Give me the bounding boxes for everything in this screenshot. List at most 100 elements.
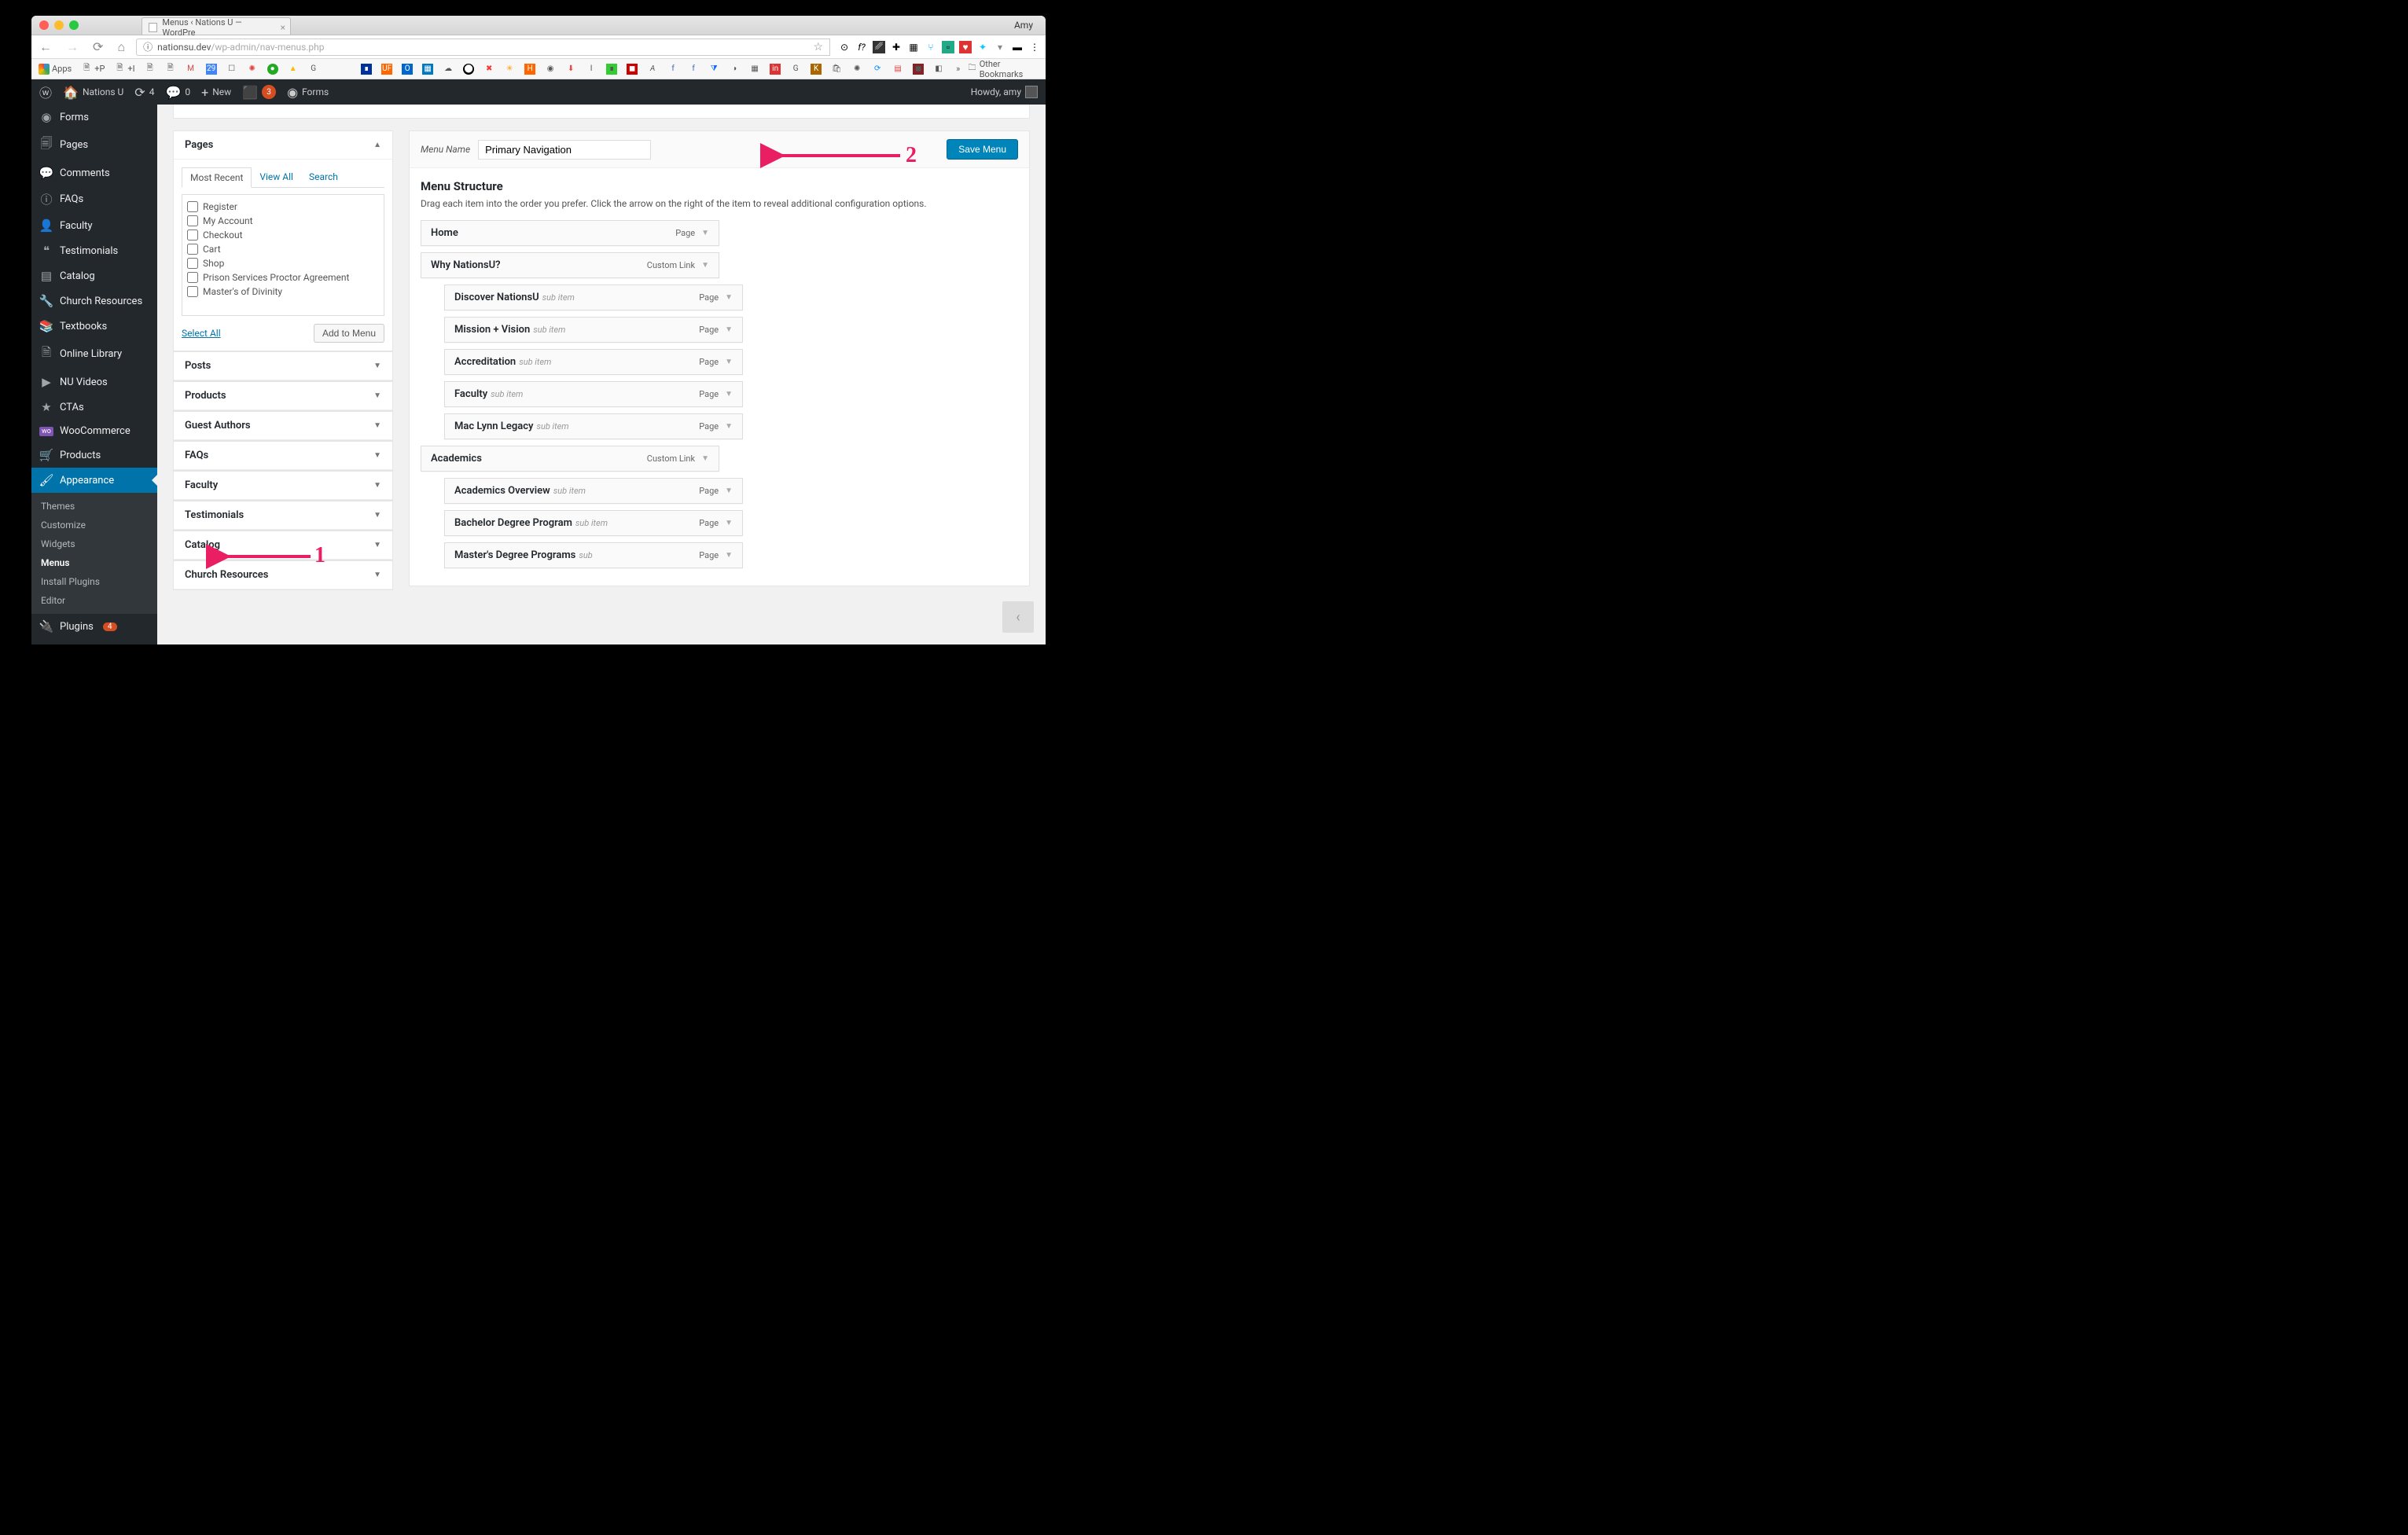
- menu-structure-item[interactable]: Bachelor Degree Programsub itemPage▼: [444, 510, 743, 536]
- sidebar-sub-widgets[interactable]: Widgets: [31, 534, 157, 553]
- bookmark-item[interactable]: ▦: [420, 63, 436, 75]
- checkbox[interactable]: [187, 215, 198, 226]
- comments[interactable]: 💬0: [165, 85, 190, 100]
- ext-icon[interactable]: ␥: [873, 41, 885, 53]
- bookmark-item[interactable]: ◼: [910, 63, 926, 75]
- bookmark-item[interactable]: ⟳: [869, 63, 885, 75]
- bookmark-item[interactable]: ☐: [224, 63, 240, 75]
- bookmark-item[interactable]: ✺: [849, 63, 865, 75]
- bookmark-item[interactable]: 🗎: [163, 63, 178, 75]
- bookmark-item[interactable]: ✳: [502, 63, 517, 75]
- ext-icon[interactable]: ⊙: [838, 41, 851, 53]
- page-checkbox-item[interactable]: Prison Services Proctor Agreement: [187, 270, 379, 285]
- menu-structure-item[interactable]: Master's Degree ProgramssubPage▼: [444, 542, 743, 568]
- accordion-toggle[interactable]: Church Resources▼: [174, 561, 392, 589]
- pages-checkbox-list[interactable]: RegisterMy AccountCheckoutCartShopPrison…: [182, 194, 384, 316]
- sidebar-sub-customize[interactable]: Customize: [31, 516, 157, 534]
- page-checkbox-item[interactable]: Cart: [187, 242, 379, 256]
- bookmark-item[interactable]: ⬤: [461, 63, 476, 75]
- bookmark-item[interactable]: ⬇: [563, 63, 579, 75]
- bookmark-item[interactable]: ∎: [358, 63, 374, 75]
- expand-item-icon[interactable]: ▼: [725, 390, 733, 398]
- bookmark-item[interactable]: A: [645, 63, 660, 75]
- bookmark-star-icon[interactable]: ☆: [813, 41, 823, 53]
- bookmark-item[interactable]: ◧: [931, 63, 947, 75]
- accordion-toggle[interactable]: FAQs▼: [174, 442, 392, 470]
- bookmark-item[interactable]: G: [788, 63, 803, 75]
- scroll-top-button[interactable]: ‹: [1002, 601, 1034, 633]
- other-bookmarks[interactable]: 🗀Other Bookmarks: [965, 58, 1041, 80]
- menu-name-input[interactable]: [478, 140, 651, 160]
- home-button[interactable]: ⌂: [114, 39, 128, 55]
- sidebar-item-church[interactable]: 🔧Church Resources: [31, 288, 157, 314]
- menu-icon[interactable]: ⋮: [1028, 41, 1041, 53]
- bookmark-item[interactable]: ✺: [244, 63, 260, 75]
- checkbox[interactable]: [187, 286, 198, 297]
- bookmark-item[interactable]: ◑: [726, 63, 742, 75]
- sidebar-item-library[interactable]: 🗎Online Library: [31, 339, 157, 369]
- accordion-toggle[interactable]: Catalog▼: [174, 531, 392, 560]
- sidebar-item-videos[interactable]: ▶NU Videos: [31, 369, 157, 395]
- menu-structure-item[interactable]: Mission + Visionsub itemPage▼: [444, 317, 743, 343]
- forward-button[interactable]: →: [63, 39, 82, 55]
- sidebar-item-products[interactable]: 🛒Products: [31, 443, 157, 468]
- ext-icon[interactable]: ▦: [907, 41, 920, 53]
- sidebar-sub-themes[interactable]: Themes: [31, 497, 157, 516]
- expand-item-icon[interactable]: ▼: [701, 261, 709, 270]
- bookmark-item[interactable]: f: [665, 63, 681, 75]
- save-menu-button[interactable]: Save Menu: [947, 139, 1018, 160]
- accordion-toggle[interactable]: Faculty▼: [174, 472, 392, 500]
- wp-logo[interactable]: ⓦ: [39, 83, 52, 101]
- bookmark-item[interactable]: 🗎: [142, 63, 158, 75]
- expand-item-icon[interactable]: ▼: [701, 454, 709, 463]
- menu-structure-item[interactable]: HomePage▼: [421, 220, 719, 246]
- sidebar-item-comments[interactable]: 💬Comments: [31, 160, 157, 185]
- sidebar-item-ctas[interactable]: ★CTAs: [31, 395, 157, 420]
- bookmark-item[interactable]: ⧩: [706, 63, 722, 75]
- accordion-toggle[interactable]: Posts▼: [174, 352, 392, 380]
- minimize-window-button[interactable]: [54, 20, 64, 30]
- menu-structure-item[interactable]: Academics Overviewsub itemPage▼: [444, 478, 743, 504]
- bookmark-item[interactable]: ◉: [542, 63, 558, 75]
- sidebar-item-catalog[interactable]: ▤Catalog: [31, 263, 157, 288]
- checkbox[interactable]: [187, 244, 198, 255]
- expand-item-icon[interactable]: ▼: [725, 422, 733, 431]
- maximize-window-button[interactable]: [69, 20, 79, 30]
- tab-most-recent[interactable]: Most Recent: [182, 167, 252, 188]
- new-content[interactable]: +New: [201, 85, 231, 100]
- sidebar-sub-editor[interactable]: Editor: [31, 591, 157, 610]
- expand-item-icon[interactable]: ▼: [725, 519, 733, 527]
- expand-item-icon[interactable]: ▼: [725, 487, 733, 495]
- menu-structure-item[interactable]: Mac Lynn Legacysub itemPage▼: [444, 413, 743, 439]
- ext-icon[interactable]: ▬: [1011, 41, 1024, 53]
- apps-button[interactable]: Apps: [36, 63, 74, 75]
- howdy-account[interactable]: Howdy, amy: [971, 86, 1038, 98]
- sidebar-item-faculty[interactable]: 👤Faculty: [31, 213, 157, 238]
- tab-search[interactable]: Search: [301, 167, 346, 187]
- bookmark-item[interactable]: K: [808, 63, 824, 75]
- expand-item-icon[interactable]: ▼: [725, 358, 733, 366]
- bookmark-item[interactable]: M: [183, 63, 199, 75]
- browser-tab[interactable]: Menus ‹ Nations U — WordPre ×: [142, 17, 291, 35]
- profile-name[interactable]: Amy: [1009, 20, 1038, 31]
- page-checkbox-item[interactable]: Register: [187, 200, 379, 214]
- sidebar-item-textbooks[interactable]: 📚Textbooks: [31, 314, 157, 339]
- sidebar-item-forms[interactable]: ◉Forms: [31, 105, 157, 130]
- checkbox[interactable]: [187, 230, 198, 241]
- url-input[interactable]: ⓘ nationsu.dev/wp-admin/nav-menus.php ☆: [136, 39, 830, 56]
- bookmark-item[interactable]: ∎: [604, 63, 619, 75]
- ext-icon[interactable]: ▫: [942, 41, 954, 53]
- accordion-toggle[interactable]: Products▼: [174, 382, 392, 410]
- tab-view-all[interactable]: View All: [252, 167, 301, 187]
- sidebar-item-appearance[interactable]: 🖌Appearance: [31, 468, 157, 493]
- bookmark-item[interactable]: I: [583, 63, 599, 75]
- bookmark-item[interactable]: ✖: [481, 63, 497, 75]
- menu-structure-item[interactable]: Accreditationsub itemPage▼: [444, 349, 743, 375]
- bookmark-item[interactable]: 🗎+P: [79, 63, 107, 75]
- updates[interactable]: ⟳4: [134, 85, 154, 100]
- bookmark-item[interactable]: ▤: [890, 63, 906, 75]
- menu-structure-item[interactable]: Discover NationsUsub itemPage▼: [444, 285, 743, 310]
- bookmark-item[interactable]: 29: [204, 63, 219, 75]
- sidebar-item-testimonials[interactable]: ❝Testimonials: [31, 238, 157, 263]
- seo[interactable]: ⬛3: [242, 85, 276, 100]
